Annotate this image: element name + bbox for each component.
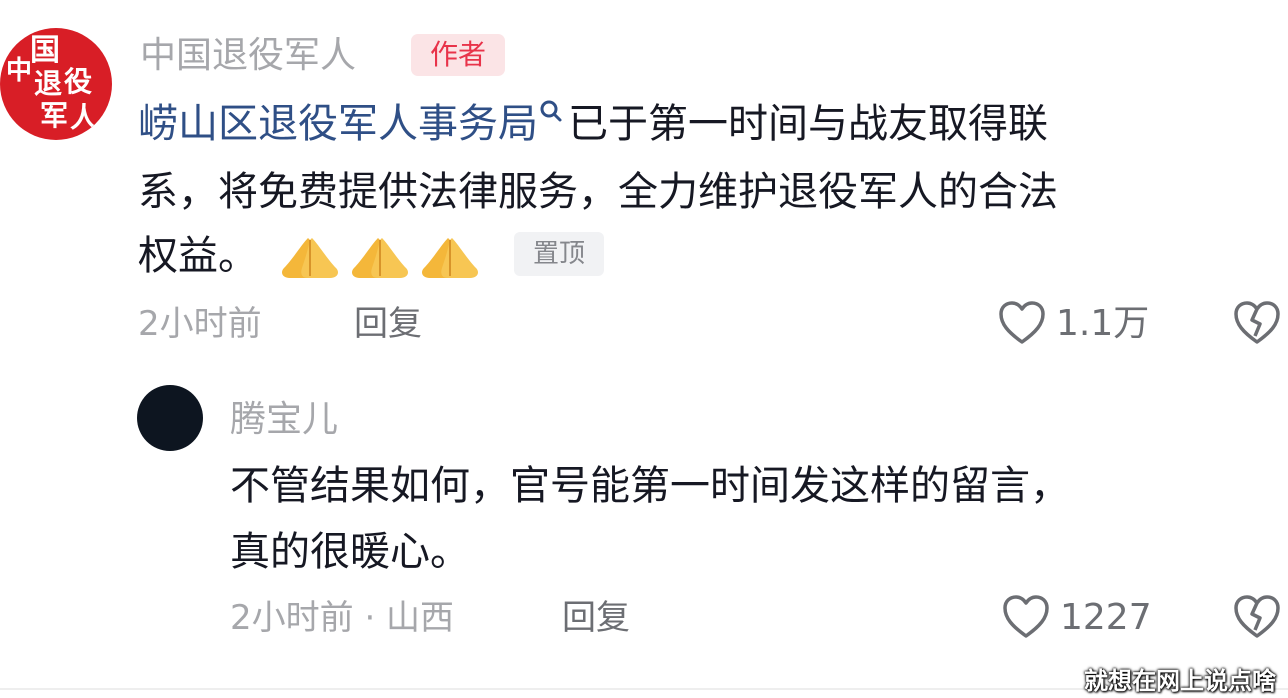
- account-link[interactable]: 崂山区退役军人事务局: [138, 101, 538, 147]
- username[interactable]: 中国退役军人: [140, 34, 356, 78]
- comment-text-line: 权益。 置顶: [138, 222, 1278, 290]
- broken-heart-icon[interactable]: [1232, 594, 1282, 640]
- avatar-logo-text: 国: [30, 33, 60, 68]
- search-icon[interactable]: [538, 90, 568, 130]
- like-count: 1227: [1060, 597, 1152, 638]
- reply-time-location: 2小时前 · 山西: [230, 598, 455, 638]
- comment-time: 2小时前: [138, 304, 262, 344]
- reply-button[interactable]: 回复: [562, 596, 630, 640]
- comment-text-line: 崂山区退役军人事务局 已于第一时间与战友取得联: [138, 90, 1278, 158]
- reply-button[interactable]: 回复: [354, 302, 422, 346]
- broken-heart-icon[interactable]: [1232, 300, 1282, 346]
- reply-username[interactable]: 腾宝儿: [230, 398, 338, 442]
- author-badge: 作者: [411, 34, 505, 76]
- reply-avatar[interactable]: [137, 385, 203, 451]
- like-count: 1.1万: [1056, 303, 1150, 344]
- reply-text-line: 真的很暖心。: [230, 529, 470, 575]
- pray-hands-icon: [278, 234, 342, 282]
- heart-icon[interactable]: [998, 300, 1046, 346]
- comment-text-line: 系，将免费提供法律服务，全力维护退役军人的合法: [138, 169, 1058, 215]
- pray-hands-icon: [348, 234, 412, 282]
- pinned-badge: 置顶: [514, 232, 604, 276]
- heart-icon[interactable]: [1002, 594, 1050, 640]
- pray-hands-icon: [418, 234, 482, 282]
- reply-text-line: 不管结果如何，官号能第一时间发这样的留言，: [230, 463, 1070, 509]
- watermark: 就想在网上说点啥: [1084, 667, 1276, 695]
- avatar[interactable]: 国 中 退 役 军 人: [0, 28, 112, 140]
